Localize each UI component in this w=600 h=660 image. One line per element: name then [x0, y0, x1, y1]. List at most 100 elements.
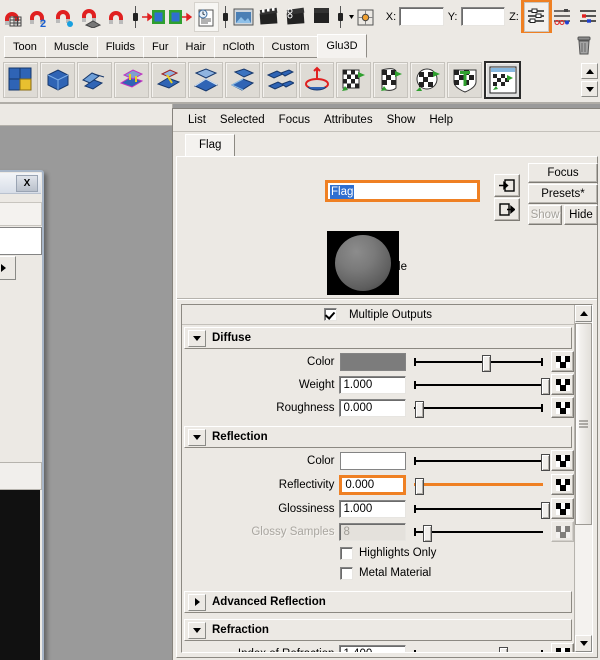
y-coordinate-input[interactable]: [460, 7, 506, 26]
chevron-right-icon[interactable]: [188, 593, 206, 611]
reflection-color-slider[interactable]: [414, 452, 551, 471]
poly-extrude-shelf-icon[interactable]: [114, 62, 149, 98]
section-header-refraction[interactable]: Refraction: [184, 619, 572, 641]
tool-settings-toggle-icon[interactable]: [551, 3, 574, 31]
node-name-input[interactable]: Flag: [325, 180, 480, 202]
manipulator-dropdown-icon[interactable]: [347, 3, 381, 31]
reflectivity-slider[interactable]: [414, 476, 544, 495]
shelf-tab-fur[interactable]: Fur: [143, 36, 178, 58]
uv-texture-editor-shelf-icon[interactable]: [484, 61, 521, 99]
shelf-tab-custom[interactable]: Custom: [262, 36, 319, 58]
diffuse-weight-slider[interactable]: [414, 376, 551, 395]
poly-sculpt-shelf-icon[interactable]: [299, 62, 334, 98]
section-header-advanced-reflection[interactable]: Advanced Reflection: [184, 591, 572, 613]
attribute-editor-toggle-icon[interactable]: [520, 0, 552, 35]
presets-button[interactable]: Presets*: [528, 184, 598, 204]
map-button-icon[interactable]: [551, 450, 574, 471]
arrow-right-icon[interactable]: [0, 256, 16, 280]
section-header-reflection[interactable]: Reflection: [184, 426, 572, 448]
dialog-text-field[interactable]: [0, 227, 42, 255]
uv-automatic-shelf-icon[interactable]: [447, 62, 482, 98]
attribute-scrollbar[interactable]: [574, 305, 592, 652]
reflection-color-swatch[interactable]: [339, 451, 407, 470]
snap-to-point-icon[interactable]: [53, 3, 77, 31]
render-view-icon[interactable]: [258, 3, 282, 31]
multiple-outputs-row[interactable]: Multiple Outputs: [182, 305, 574, 325]
metal-material-checkbox[interactable]: [340, 566, 353, 580]
poly-quadrangulate-shelf-icon[interactable]: [262, 62, 297, 98]
x-coordinate-input[interactable]: [399, 7, 444, 26]
shelf-tab-fluids[interactable]: Fluids: [96, 36, 145, 58]
index-of-refraction-input[interactable]: 1.400: [339, 644, 407, 652]
index-of-refraction-slider[interactable]: [414, 645, 544, 652]
input-connection-icon[interactable]: [494, 174, 520, 197]
diffuse-color-slider[interactable]: [414, 353, 544, 372]
diffuse-roughness-slider[interactable]: [414, 399, 544, 418]
poly-split-shelf-icon[interactable]: [77, 62, 112, 98]
tab-flag[interactable]: Flag: [185, 134, 236, 157]
highlights-only-row[interactable]: Highlights Only: [182, 544, 574, 562]
snap-to-grid-icon[interactable]: [1, 3, 25, 31]
menu-selected[interactable]: Selected: [213, 112, 272, 128]
menu-list[interactable]: List: [181, 112, 213, 128]
trash-icon[interactable]: [574, 35, 594, 57]
grease-pencil-icon[interactable]: [310, 3, 334, 31]
snap-to-view-plane-icon[interactable]: [105, 3, 129, 31]
focus-button[interactable]: Focus: [528, 163, 598, 183]
playblast-icon[interactable]: [284, 3, 308, 31]
menu-attributes[interactable]: Attributes: [317, 112, 380, 128]
menu-show[interactable]: Show: [380, 112, 423, 128]
poly-triangulate-shelf-icon[interactable]: [188, 62, 223, 98]
section-header-diffuse[interactable]: Diffuse: [184, 327, 572, 349]
map-button-icon[interactable]: [551, 397, 574, 418]
diffuse-color-swatch[interactable]: [339, 352, 407, 371]
uv-spherical-shelf-icon[interactable]: [410, 62, 445, 98]
scroll-down-icon[interactable]: [581, 81, 598, 97]
hypershade-icon[interactable]: [232, 3, 256, 31]
scrollbar-track[interactable]: [576, 525, 591, 652]
map-button-icon[interactable]: [551, 374, 574, 395]
render-current-frame-icon[interactable]: [168, 3, 192, 31]
channel-box-toggle-icon[interactable]: [576, 3, 599, 31]
menu-help[interactable]: Help: [422, 112, 460, 128]
shelf-tab-toon[interactable]: Toon: [4, 36, 46, 58]
highlights-only-checkbox[interactable]: [340, 546, 353, 560]
output-connection-icon[interactable]: [494, 198, 520, 221]
poly-wedge-shelf-icon[interactable]: [225, 62, 260, 98]
map-button-icon[interactable]: [551, 498, 574, 519]
glossiness-slider[interactable]: [414, 500, 551, 519]
hide-button[interactable]: Hide: [564, 205, 598, 225]
uv-planar-shelf-icon[interactable]: [336, 62, 371, 98]
scroll-up-icon[interactable]: [581, 63, 598, 79]
poly-grid-shelf-icon[interactable]: [3, 62, 38, 98]
shelf-tab-muscle[interactable]: Muscle: [44, 36, 98, 58]
diffuse-weight-input[interactable]: 1.000: [339, 375, 407, 394]
poly-append-shelf-icon[interactable]: [151, 62, 186, 98]
chevron-down-icon[interactable]: [188, 621, 206, 639]
material-sample-swatch[interactable]: [327, 231, 399, 295]
map-button-icon[interactable]: [551, 643, 574, 652]
chevron-down-icon[interactable]: [188, 329, 206, 347]
glossiness-input[interactable]: 1.000: [339, 499, 407, 518]
scroll-down-icon[interactable]: [575, 635, 592, 652]
diffuse-roughness-input[interactable]: 0.000: [339, 398, 407, 417]
scrollbar-thumb[interactable]: [575, 323, 592, 525]
uv-cylindrical-shelf-icon[interactable]: [373, 62, 408, 98]
scroll-up-icon[interactable]: [575, 305, 592, 322]
chevron-down-icon[interactable]: [188, 428, 206, 446]
render-settings-icon[interactable]: [193, 1, 219, 32]
map-button-icon[interactable]: [551, 474, 574, 495]
poly-cube-shelf-icon[interactable]: [40, 62, 75, 98]
snap-to-projected-center-icon[interactable]: [79, 3, 103, 31]
snap-to-curve-icon[interactable]: 2: [27, 3, 51, 31]
reflectivity-input[interactable]: 0.000: [339, 474, 407, 495]
make-live-icon[interactable]: [141, 3, 166, 31]
shelf-tab-hair[interactable]: Hair: [176, 36, 215, 58]
metal-material-row[interactable]: Metal Material: [182, 564, 574, 582]
shelf-tab-ncloth[interactable]: nCloth: [213, 36, 264, 58]
close-icon[interactable]: X: [16, 174, 38, 192]
menu-focus[interactable]: Focus: [272, 112, 317, 128]
shelf-tab-glu3d[interactable]: Glu3D: [317, 34, 367, 58]
map-button-icon[interactable]: [551, 351, 574, 372]
multiple-outputs-checkbox[interactable]: [323, 308, 337, 321]
